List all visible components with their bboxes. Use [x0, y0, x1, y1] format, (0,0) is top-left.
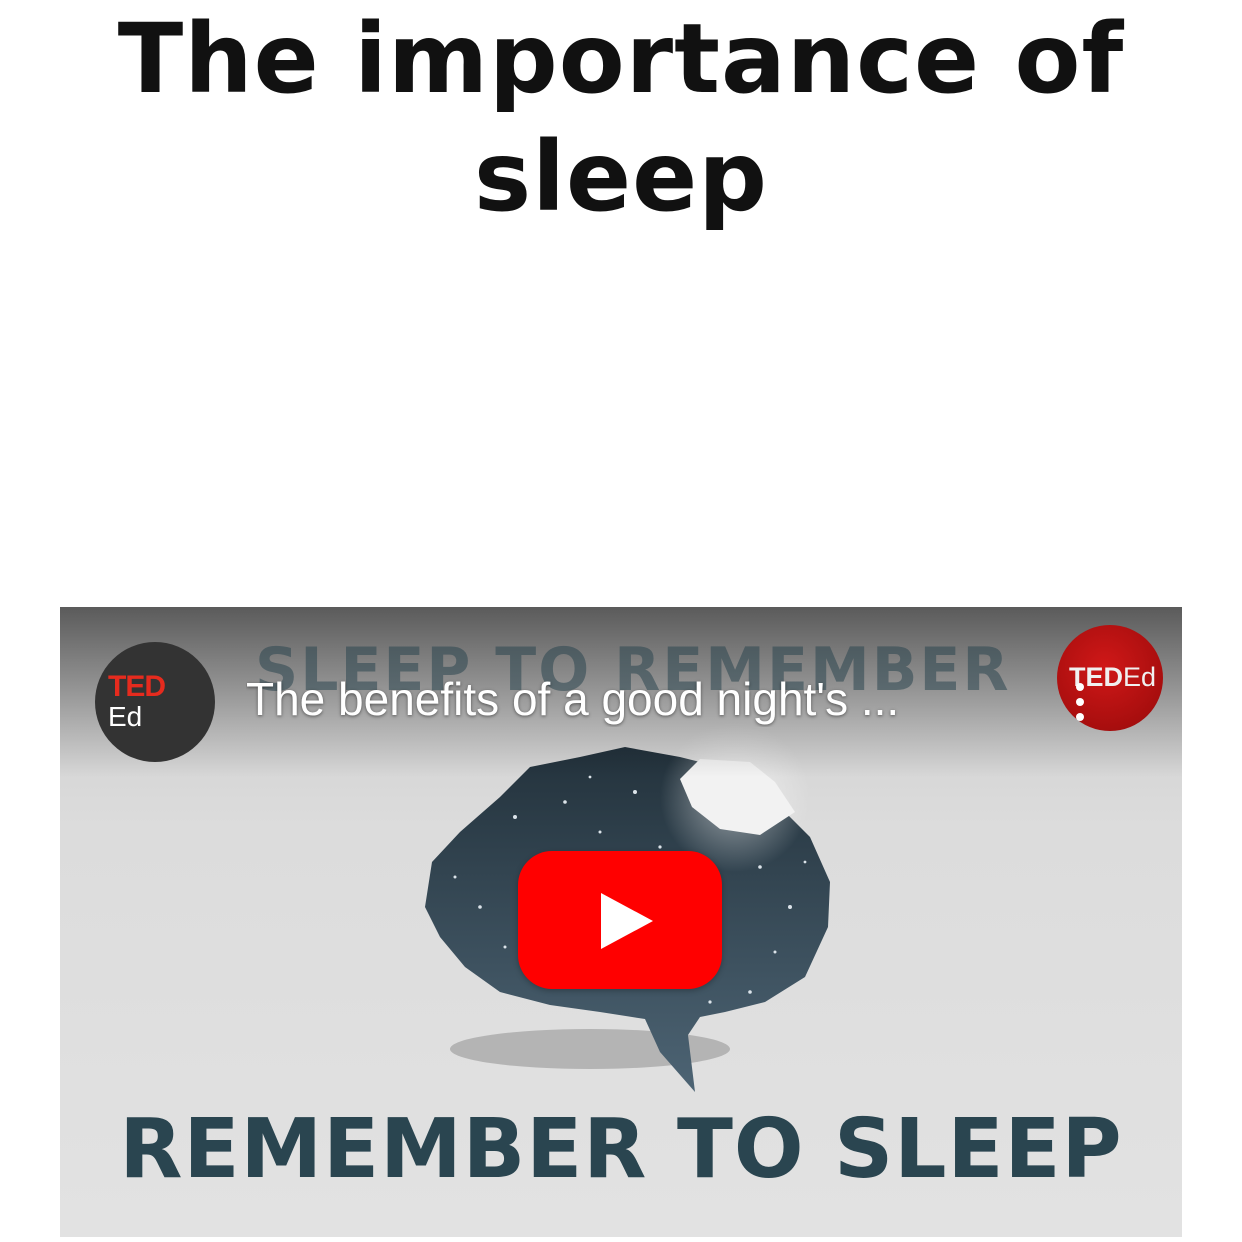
channel-avatar[interactable]: TED Ed — [95, 642, 215, 762]
avatar-ted-text: TED — [108, 670, 166, 703]
thumbnail-bottom-text: REMEMBER TO SLEEP — [119, 1102, 1123, 1197]
more-dot — [1076, 698, 1084, 706]
more-vertical-icon[interactable] — [1073, 683, 1087, 733]
avatar-ed-text: Ed — [108, 701, 143, 732]
logo-ed: Ed — [1123, 662, 1157, 692]
video-embed[interactable]: SLEEP TO REMEMBER REMEMBER TO SLEEP TED … — [60, 607, 1182, 1237]
youtube-play-icon — [601, 893, 653, 949]
more-dot — [1076, 683, 1084, 691]
play-button[interactable] — [518, 851, 722, 989]
video-title[interactable]: The benefits of a good night's ... — [246, 671, 1016, 727]
page-title: The importance of sleep — [117, 3, 1125, 233]
page: The importance of sleep SLEEP TO REMEMBE… — [0, 0, 1242, 1242]
more-dot — [1076, 713, 1084, 721]
